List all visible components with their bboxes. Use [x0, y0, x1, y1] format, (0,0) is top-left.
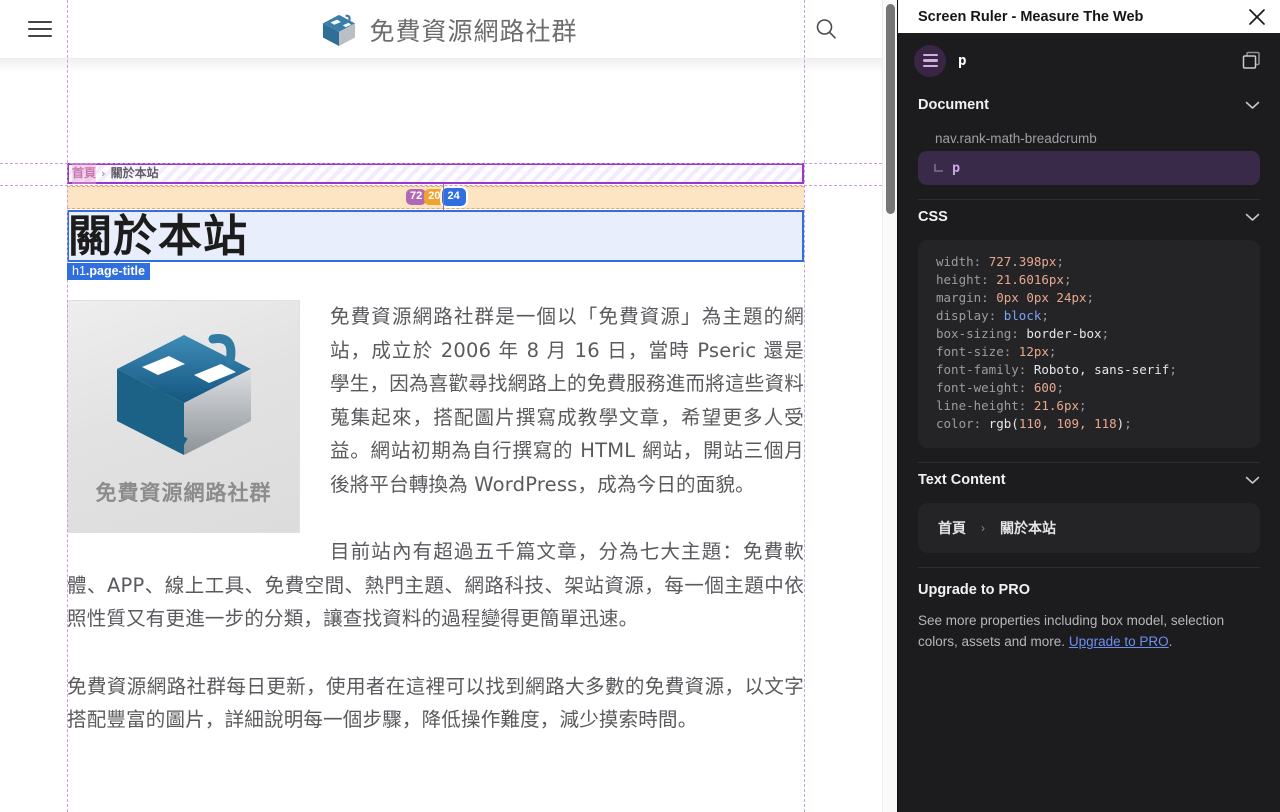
page-scrollbar[interactable] [882, 0, 897, 812]
element-tag-name: h1 [72, 264, 86, 278]
site-brand[interactable]: 免費資源網路社群 [319, 12, 577, 48]
site-brand-text: 免費資源網路社群 [369, 17, 578, 46]
article-paragraph-3: 免費資源網路社群每日更新，使用者在這裡可以找到網路大多數的免費資源，以文字搭配豐… [67, 674, 804, 732]
measurement-badges: 72 20 24 [406, 184, 466, 210]
chevron-down-icon[interactable] [1245, 476, 1260, 485]
css-properties-box: width: 727.398px; height: 21.6016px; mar… [918, 240, 1260, 448]
text-content-section-title: Text Content [918, 472, 1006, 488]
search-icon[interactable] [813, 16, 839, 42]
upgrade-text-after: . [1168, 634, 1173, 649]
upgrade-description: See more properties including box model,… [918, 610, 1260, 652]
panel-title: Screen Ruler - Measure The Web [918, 8, 1144, 25]
header-shadow [0, 59, 897, 73]
menu-avatar-icon[interactable] [914, 44, 946, 77]
breadcrumb-separator: › [101, 166, 106, 180]
document-section-title: Document [918, 97, 989, 113]
element-tag-class: .page-title [85, 264, 145, 278]
panel-toolbar: p [898, 33, 1280, 88]
breadcrumb-highlight-box[interactable]: 首頁 › 關於本站 [67, 162, 804, 185]
dom-parent-node[interactable]: nav.rank-math-breadcrumb [918, 128, 1260, 151]
text-content-home: 首頁 [938, 521, 966, 537]
close-icon[interactable] [1247, 7, 1267, 27]
article-logo-image: 免費資源網路社群 [67, 300, 300, 533]
community-logo-icon [116, 333, 251, 455]
breadcrumb-home-link[interactable]: 首頁 [72, 162, 97, 185]
measurement-badge-width: 72 [406, 189, 427, 205]
article-paragraph-2: 目前站內有超過五千篇文章，分為七大主題：免費軟體、APP、線上工具、免費空間、熱… [67, 540, 804, 630]
site-logo-icon [322, 14, 355, 47]
upgrade-section: Upgrade to PRO See more properties inclu… [898, 568, 1280, 652]
element-tag-label: h1.page-title [67, 263, 150, 280]
chevron-down-icon[interactable] [1245, 213, 1260, 222]
webpage-viewport: 免費資源網路社群 首頁 › 關於本站 72 20 24 關於本站 h1.page… [0, 0, 897, 812]
dom-selected-node[interactable]: p [918, 151, 1260, 185]
guide-line-vertical-right [804, 0, 805, 812]
article-logo-caption: 免費資源網路社群 [95, 480, 272, 505]
text-content-current: 關於本站 [1000, 521, 1056, 537]
screen-ruler-panel: Screen Ruler - Measure The Web p Documen… [897, 0, 1280, 812]
document-section-header[interactable]: Document [898, 88, 1280, 122]
hamburger-icon[interactable] [28, 21, 52, 37]
dom-selected-node-label: p [952, 160, 961, 176]
css-properties-list: width: 727.398px; height: 21.6016px; mar… [936, 254, 1177, 431]
chevron-down-icon[interactable] [1245, 101, 1260, 110]
page-title: 關於本站 [68, 211, 248, 262]
measurement-badge-distance: 24 [441, 188, 466, 206]
dom-tree: nav.rank-math-breadcrumb p [898, 122, 1280, 185]
css-section-title: CSS [918, 209, 948, 225]
text-content-separator: › [981, 521, 985, 535]
upgrade-heading: Upgrade to PRO [918, 582, 1030, 598]
breadcrumb: 首頁 › 關於本站 [69, 162, 159, 185]
upgrade-link[interactable]: Upgrade to PRO [1069, 634, 1169, 649]
article-body: 免費資源網路社群 免費資源網路社群是一個以「免費資源」為主題的網站，成立於 20… [67, 300, 804, 771]
selected-element-tag: p [958, 52, 967, 69]
tree-corner-icon [934, 163, 943, 172]
measurement-tick [443, 184, 444, 210]
copy-icon[interactable] [1241, 50, 1262, 71]
page-scrollbar-thumb[interactable] [886, 4, 895, 214]
css-section-header[interactable]: CSS [898, 200, 1280, 234]
text-content-section-header[interactable]: Text Content [898, 463, 1280, 497]
panel-body: p Document nav.rank-math-breadcrumb p CS… [898, 33, 1280, 812]
panel-titlebar: Screen Ruler - Measure The Web [898, 0, 1280, 33]
site-header: 免費資源網路社群 [0, 0, 897, 59]
text-content-value: 首頁 › 關於本站 [918, 503, 1260, 553]
breadcrumb-current: 關於本站 [110, 165, 159, 180]
